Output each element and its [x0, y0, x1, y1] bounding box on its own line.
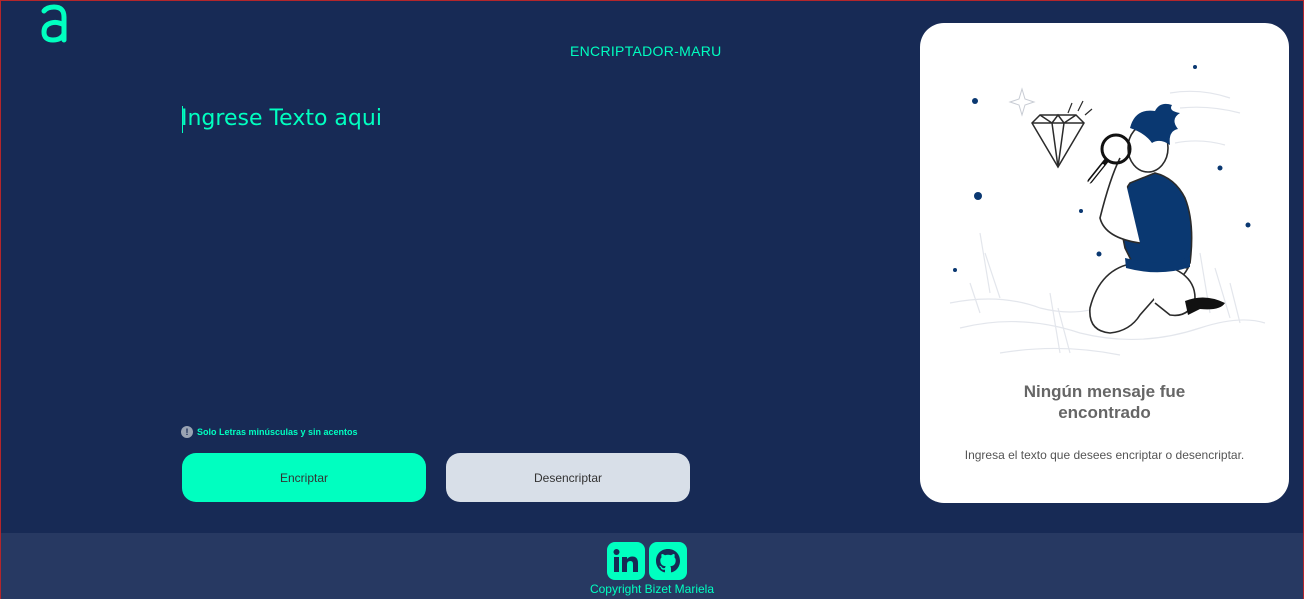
app-title: ENCRIPTADOR-MARU: [570, 43, 722, 59]
logo-icon[interactable]: [37, 3, 71, 43]
github-icon[interactable]: [649, 542, 687, 580]
footer: Copyright Bizet Mariela: [1, 533, 1303, 599]
exclamation-circle-icon: !: [181, 426, 193, 438]
social-links: [607, 542, 687, 580]
empty-message-subtitle: Ingresa el texto que desees encriptar o …: [964, 448, 1245, 462]
decrypt-button[interactable]: Desencriptar: [446, 453, 690, 502]
encrypt-button[interactable]: Encriptar: [182, 453, 426, 502]
person-magnifying-glass-illustration: [949, 65, 1266, 356]
text-cursor: [182, 106, 183, 133]
empty-message-title: Ningún mensaje fue encontrado: [1023, 382, 1186, 422]
copyright-text: Copyright Bizet Mariela: [589, 582, 715, 596]
linkedin-icon[interactable]: [607, 542, 645, 580]
text-input[interactable]: [181, 99, 821, 399]
input-hint: ! Solo Letras minúsculas y sin acentos: [181, 426, 358, 438]
output-panel: Ningún mensaje fue encontrado Ingresa el…: [920, 23, 1289, 503]
hint-text: Solo Letras minúsculas y sin acentos: [197, 427, 358, 437]
